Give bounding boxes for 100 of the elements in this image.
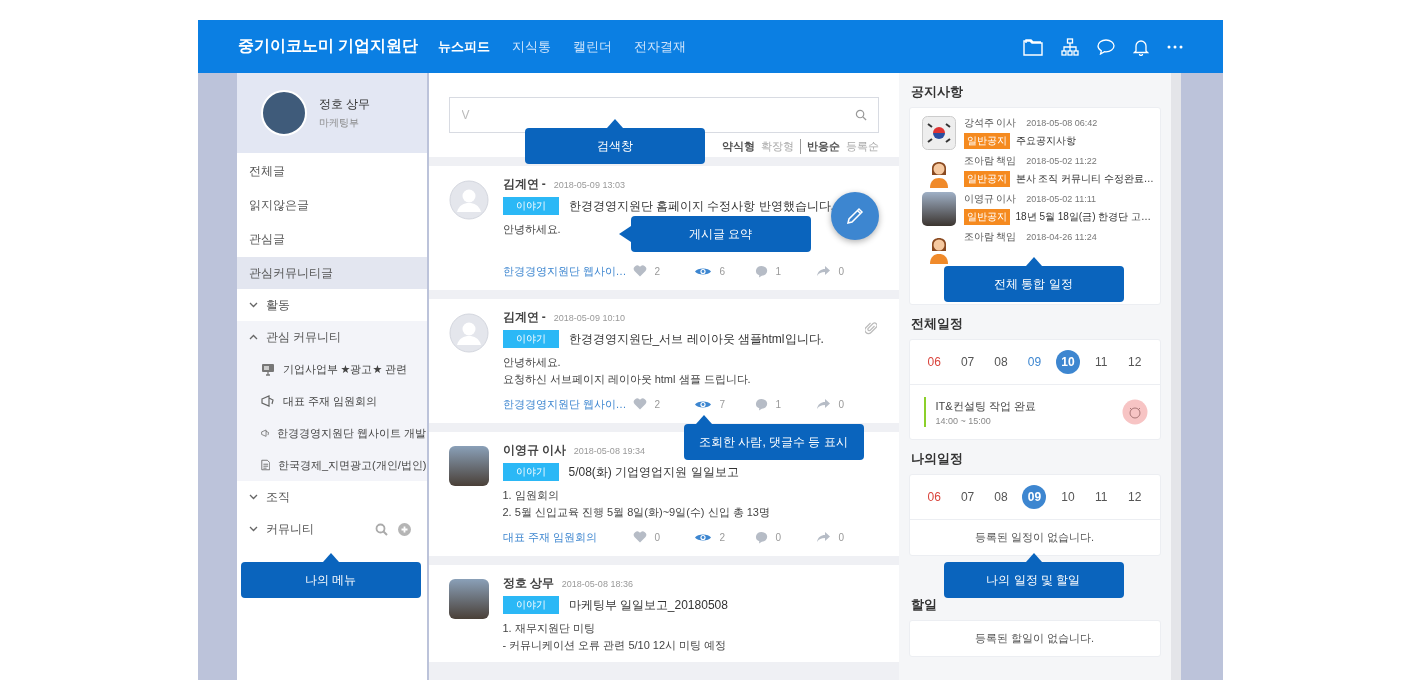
calendar-day[interactable]: 06 — [922, 485, 947, 509]
app-logo[interactable]: 중기이코노미 기업지원단 — [237, 36, 438, 57]
notice-title[interactable]: 주요공지사항 — [1015, 134, 1076, 148]
post-text: 1. 임원회의 — [502, 488, 559, 503]
section-title: 할일 — [909, 596, 938, 614]
post-title[interactable]: 한경경영지원단_서브 레이아웃 샘플html입니다. — [568, 330, 824, 348]
calendar-day[interactable]: 11 — [1089, 485, 1114, 509]
calendar-day[interactable]: 12 — [1122, 485, 1147, 509]
chevron-up-icon — [248, 334, 258, 340]
notice-date: 2018-04-26 11:24 — [1026, 232, 1097, 242]
empty-message: 등록된 할일이 없습니다. — [974, 631, 1095, 646]
paperclip-icon — [864, 321, 877, 335]
calendar-day[interactable]: 10 — [1055, 350, 1080, 374]
org-chart-icon[interactable] — [1060, 37, 1079, 56]
calendar-day[interactable]: 06 — [922, 350, 947, 374]
calendar-day[interactable]: 09 — [1022, 350, 1047, 374]
section-title: 전체일정 — [909, 315, 964, 333]
sort-option[interactable]: 약식형 — [721, 139, 755, 154]
search-icon[interactable] — [374, 522, 388, 536]
sidebar-group[interactable]: 관심 커뮤니티 — [236, 321, 427, 353]
community-link[interactable]: 한경경영지원단 웹사이… — [502, 396, 633, 412]
share-icon — [815, 398, 831, 410]
avatar-placeholder — [260, 90, 307, 136]
scrollbar[interactable] — [1170, 73, 1181, 680]
default-avatar-icon — [448, 313, 489, 353]
sidebar-group[interactable]: 활동 — [236, 289, 427, 321]
sidebar-item[interactable]: 전체글 — [236, 155, 427, 187]
photo-placeholder — [448, 446, 489, 486]
chevron-down-icon — [248, 302, 258, 308]
post-text: 2. 5월 신입교육 진행 5월 8일(화)~9일(수) 신입 총 13명 — [502, 505, 770, 520]
profile-department: 마케팅부 — [318, 116, 360, 130]
nav-tab[interactable]: 뉴스피드 — [437, 37, 490, 56]
post-author: 김계연 - — [502, 309, 546, 326]
callout-tooltip: 검색창 — [524, 119, 705, 164]
sidebar-item[interactable]: 관심커뮤니티글 — [236, 257, 427, 289]
post-text: 요청하신 서브페이지 레이아웃 html 샘플 드립니다. — [502, 372, 751, 387]
notice-title[interactable]: 본사 조직 커뮤니티 수정완료… — [1015, 172, 1154, 186]
calendar-day[interactable]: 11 — [1089, 350, 1114, 374]
post-title[interactable]: 5/08(화) 기업영업지원 일일보고 — [568, 463, 739, 481]
event-time: 14:00 ~ 15:00 — [935, 415, 992, 426]
sidebar-group[interactable]: 커뮤니티 — [236, 513, 427, 545]
calendar-day[interactable]: 07 — [955, 350, 980, 374]
add-icon[interactable] — [397, 522, 411, 536]
category-tag: 이야기 — [502, 330, 559, 348]
notice-author: 강석주 이사 — [963, 116, 1017, 130]
megaphone-icon — [260, 426, 270, 440]
callout-tooltip: 게시글 요약 — [618, 216, 811, 252]
community-item[interactable]: 대표 주재 임원회의 — [236, 385, 427, 417]
post-text: - 커뮤니케이션 오류 관련 5/10 12시 미팅 예정 — [502, 638, 727, 653]
notice-date: 2018-05-08 06:42 — [1026, 118, 1098, 128]
post-author: 정호 상무 — [502, 575, 554, 592]
search-icon[interactable] — [854, 109, 867, 121]
more-icon[interactable] — [1166, 44, 1183, 49]
section-title: 나의일정 — [909, 450, 964, 468]
community-item[interactable]: 한국경제_지면광고(개인/법인) — [236, 449, 427, 481]
share-icon — [815, 265, 831, 277]
notice-date: 2018-05-02 11:11 — [1026, 194, 1096, 204]
calendar-day[interactable]: 12 — [1122, 350, 1147, 374]
post-date: 2018-05-08 18:36 — [561, 579, 633, 589]
comment-icon — [754, 264, 768, 278]
post-text: 안녕하세요. — [502, 355, 561, 370]
sidebar-group[interactable]: 조직 — [236, 481, 427, 513]
flag-icon — [921, 116, 956, 150]
calendar-day[interactable]: 10 — [1055, 485, 1080, 509]
chat-icon[interactable] — [1096, 38, 1115, 55]
pencil-icon — [844, 206, 865, 226]
notice-tag: 일반공지 — [963, 171, 1010, 187]
heart-icon — [632, 265, 647, 277]
notice-tag: 일반공지 — [963, 209, 1010, 225]
sidebar-item[interactable]: 읽지않은글 — [236, 189, 427, 221]
event-title[interactable]: IT&컨설팅 작업 완료 — [935, 398, 1112, 414]
community-item[interactable]: 기업사업부 ★광고★ 관련 — [236, 353, 427, 385]
post-date: 2018-05-08 19:34 — [573, 446, 645, 456]
calendar-day[interactable]: 08 — [989, 485, 1014, 509]
folder-icon[interactable] — [1022, 37, 1043, 56]
community-link[interactable]: 한경경영지원단 웹사이… — [502, 263, 633, 279]
community-link[interactable]: 대표 주재 임원회의 — [502, 529, 633, 545]
calendar-day[interactable]: 08 — [989, 350, 1014, 374]
notice-title[interactable]: 18년 5월 18일(금) 한경단 고… — [1015, 210, 1152, 224]
calendar-day[interactable]: 09 — [1022, 485, 1047, 509]
megaphone-icon — [260, 394, 275, 408]
sidebar-item[interactable]: 관심글 — [236, 223, 427, 255]
photo-placeholder — [921, 192, 956, 226]
search-field[interactable]: V — [448, 97, 879, 133]
post-date: 2018-05-09 13:03 — [553, 180, 625, 190]
profile-name: 정호 상무 — [318, 96, 370, 113]
category-tag: 이야기 — [502, 463, 559, 481]
post-title[interactable]: 마케팅부 일일보고_20180508 — [568, 596, 728, 614]
community-item[interactable]: 한경경영지원단 웹사이트 개발 — [236, 417, 427, 449]
sort-option[interactable]: 반응순 — [806, 139, 840, 154]
comment-icon — [754, 530, 768, 544]
monitor-icon — [260, 362, 275, 376]
default-avatar-icon — [448, 180, 489, 220]
calendar-day[interactable]: 07 — [955, 485, 980, 509]
bell-icon[interactable] — [1132, 37, 1149, 56]
callout-tooltip: 조회한 사람, 댓글수 등 표시 — [683, 415, 864, 460]
post-title[interactable]: 한경경영지원단 홈페이지 수정사항 반영했습니다. — [568, 197, 834, 215]
post-text: 안녕하세요. — [502, 222, 561, 237]
category-tag: 이야기 — [502, 197, 559, 215]
notice-author: 조아람 책임 — [963, 230, 1017, 244]
